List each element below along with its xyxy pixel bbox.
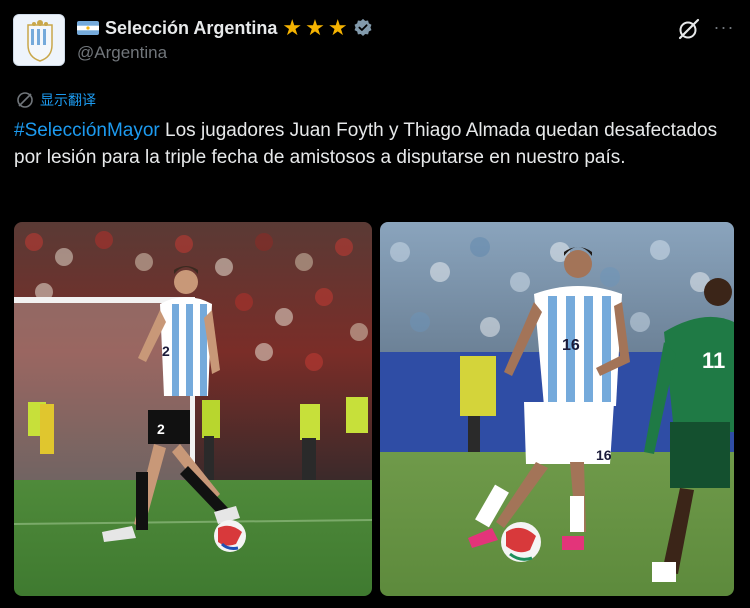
tweet-text: #SelecciónMayor Los jugadores Juan Foyth… bbox=[14, 117, 734, 171]
verified-badge-icon[interactable] bbox=[353, 18, 373, 38]
jersey-number-text: 16 bbox=[562, 337, 580, 354]
globe-icon bbox=[17, 92, 33, 108]
account-handle[interactable]: @Argentina bbox=[77, 43, 167, 63]
grok-button[interactable] bbox=[676, 16, 702, 42]
shorts-number-text: 2 bbox=[157, 421, 165, 437]
hashtag-link[interactable]: #SelecciónMayor bbox=[14, 120, 160, 141]
photo-thiago-almada: 16 16 11 bbox=[380, 222, 734, 596]
stars-badges: ★ ★ ★ bbox=[282, 17, 350, 39]
opponent-jersey-number-text: 11 bbox=[702, 348, 725, 373]
grok-icon bbox=[678, 18, 700, 40]
shorts-number-text: 16 bbox=[596, 447, 612, 463]
argentina-flag-icon bbox=[77, 21, 99, 35]
photo-juan-foyth: 2 2 bbox=[14, 222, 372, 596]
star-icon: ★ bbox=[305, 15, 325, 40]
tweet-photo-1[interactable]: 2 2 bbox=[14, 222, 372, 596]
show-translation-label: 显示翻译 bbox=[40, 92, 96, 108]
star-icon: ★ bbox=[327, 15, 348, 40]
tweet-photo-2[interactable]: 16 16 11 bbox=[380, 222, 734, 596]
jersey-number-text: 2 bbox=[162, 343, 170, 359]
afa-crest-icon bbox=[14, 15, 64, 65]
display-name[interactable]: Selección Argentina bbox=[105, 18, 277, 39]
show-translation-link[interactable]: 显示翻译 bbox=[16, 90, 96, 110]
star-icon: ★ bbox=[282, 15, 303, 40]
account-name-row: Selección Argentina ★ ★ ★ bbox=[77, 16, 373, 40]
more-options-button[interactable]: ··· bbox=[711, 14, 737, 40]
avatar[interactable] bbox=[13, 14, 65, 66]
